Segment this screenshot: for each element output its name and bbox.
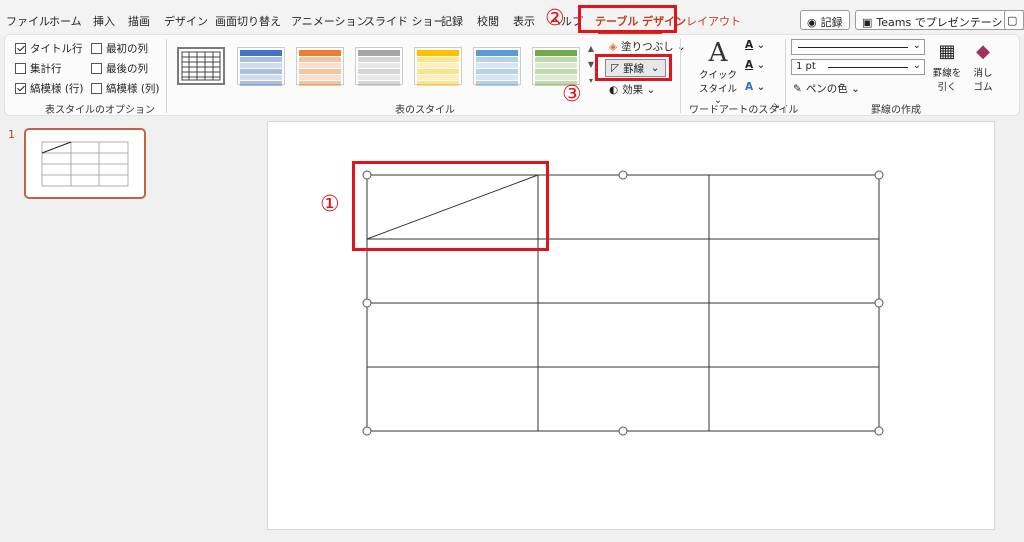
text-effects-button[interactable]: A ⌄ — [745, 81, 765, 93]
menu-bar: ファイル ホーム 挿入 描画 デザイン 画面切り替え アニメーション スライド … — [0, 0, 1024, 36]
annotation-box-cell — [352, 161, 549, 251]
tab-insert[interactable]: 挿入 — [93, 13, 115, 29]
draw-table-button[interactable]: ▦ 罫線を 引く — [929, 39, 965, 93]
resize-handle — [618, 426, 628, 436]
tab-draw[interactable]: 描画 — [128, 13, 150, 29]
plain-table-grid-icon — [181, 51, 221, 81]
wordart-group-label: ワードアートのスタイル — [689, 105, 799, 116]
annotation-box-borders-button — [595, 54, 672, 81]
banded-rows-checkbox[interactable]: 縞模様 (行) — [15, 81, 84, 96]
slide-thumbnail-pane: 1 — [0, 118, 165, 542]
eraser-icon: ◆ — [976, 41, 990, 62]
resize-handle — [874, 426, 884, 436]
text-fill-button[interactable]: A ⌄ — [745, 39, 765, 51]
wordart-a-icon: A — [708, 38, 728, 68]
table-style-swatch[interactable] — [296, 47, 344, 86]
tab-animations[interactable]: アニメーション — [291, 13, 368, 29]
annotation-number-3: ③ — [562, 82, 582, 107]
resize-handle — [874, 170, 884, 180]
text-fill-icon: A — [745, 39, 754, 51]
resize-handle — [618, 170, 628, 180]
text-effects-icon: A — [745, 81, 754, 93]
text-outline-icon: A — [745, 59, 754, 71]
tab-slideshow[interactable]: スライド ショー — [364, 13, 445, 29]
style-options-group-label: 表スタイルのオプション — [45, 105, 155, 116]
resize-handle — [874, 298, 884, 308]
teams-icon: ▣ — [862, 16, 873, 29]
pen-style-select[interactable]: ⌄ — [791, 39, 925, 55]
draw-borders-group-label: 罫線の作成 — [871, 105, 921, 116]
resize-handle — [362, 426, 372, 436]
annotation-box-table-design-tab — [578, 5, 677, 33]
table-style-swatch[interactable] — [355, 47, 403, 86]
tab-view[interactable]: 表示 — [513, 13, 535, 29]
pen-color-button[interactable]: ✎ ペンの色 ⌄ — [793, 81, 860, 96]
paint-bucket-icon: ◈ — [609, 40, 618, 53]
annotation-number-2: ② — [545, 6, 565, 31]
record-button[interactable]: ◉ 記録 — [800, 10, 850, 30]
draw-table-icon: ▦ — [938, 41, 956, 62]
chevron-down-icon: ⌄ — [912, 60, 921, 71]
comments-button[interactable]: ▢ — [1004, 10, 1024, 30]
tab-home[interactable]: ホーム — [49, 13, 82, 29]
table-styles-group-label: 表のスタイル — [395, 105, 455, 116]
tab-review[interactable]: 校閲 — [477, 13, 499, 29]
pen-weight-select[interactable]: 1 pt ⌄ — [791, 59, 925, 75]
tab-layout[interactable]: レイアウト — [686, 13, 741, 29]
table-style-plain[interactable] — [177, 47, 225, 85]
ribbon: タイトル行 最初の列 集計行 最後の列 縞模様 (行) 縞模様 (列) 表スタイ… — [4, 34, 1020, 116]
last-column-checkbox[interactable]: 最後の列 — [91, 61, 148, 76]
first-column-checkbox[interactable]: 最初の列 — [91, 41, 148, 56]
banded-columns-checkbox[interactable]: 縞模様 (列) — [91, 81, 160, 96]
annotation-number-1: ① — [320, 192, 340, 217]
pen-icon: ✎ — [793, 82, 802, 95]
text-outline-button[interactable]: A ⌄ — [745, 59, 765, 71]
dialog-launcher-icon[interactable]: ↘ — [773, 101, 780, 110]
thumbnail-table-preview — [41, 141, 129, 187]
total-row-checkbox[interactable]: 集計行 — [15, 61, 62, 76]
tab-record[interactable]: 記録 — [441, 13, 463, 29]
table-style-swatch[interactable] — [414, 47, 462, 86]
resize-handle — [362, 298, 372, 308]
chevron-down-icon: ⌄ — [912, 40, 921, 51]
tab-design[interactable]: デザイン — [164, 13, 208, 29]
record-icon: ◉ — [807, 16, 817, 29]
effects-icon: ◐ — [609, 83, 619, 96]
quick-styles-button[interactable]: A クイック スタイル ⌄ — [699, 39, 737, 106]
effects-button[interactable]: ◐ 効果 ⌄ — [609, 82, 655, 97]
header-row-checkbox[interactable]: タイトル行 — [15, 41, 83, 56]
table-style-swatch[interactable] — [237, 47, 285, 86]
teams-present-button[interactable]: ▣ Teams でプレゼンテーション — [855, 10, 1024, 30]
table-style-swatch[interactable] — [473, 47, 521, 86]
shading-button[interactable]: ◈ 塗りつぶし ⌄ — [609, 39, 686, 54]
tab-transitions[interactable]: 画面切り替え — [215, 13, 281, 29]
tab-file[interactable]: ファイル — [6, 13, 50, 29]
table-style-swatch[interactable] — [532, 47, 580, 86]
slide-thumbnail[interactable] — [24, 128, 146, 199]
comment-icon: ▢ — [1007, 14, 1018, 27]
slide-number: 1 — [8, 128, 15, 141]
eraser-button[interactable]: ◆ 消し ゴム — [967, 39, 999, 93]
